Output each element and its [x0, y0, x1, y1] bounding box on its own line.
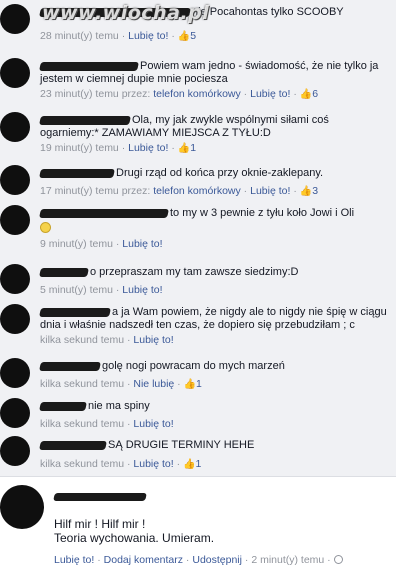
comment-time: 19 minut(y) temu	[40, 142, 119, 154]
comment-time: kilka sekund temu	[40, 418, 125, 430]
thumbs-up-icon: 👍	[183, 379, 197, 390]
comment-text: o przepraszam my tam zawsze siedzimy:D	[90, 266, 299, 278]
like-count[interactable]: 1	[196, 378, 202, 390]
redacted-name	[39, 61, 139, 71]
thumbs-up-icon: 👍	[177, 143, 191, 154]
status-post: Hilf mir ! Hilf mir ! Teoria wychowania.…	[0, 476, 396, 566]
avatar[interactable]	[0, 304, 30, 334]
avatar[interactable]	[0, 358, 30, 388]
like-count[interactable]: 1	[195, 458, 201, 470]
comment-text: nie Pocahontas tylko SCOOBY	[192, 6, 344, 18]
like-link[interactable]: Lubię to!	[54, 554, 94, 566]
like-count[interactable]: 6	[312, 88, 318, 100]
avatar[interactable]	[0, 58, 30, 88]
comment-time: 9 minut(y) temu	[40, 238, 113, 250]
comment-time: kilka sekund temu	[40, 378, 125, 390]
comment-time: kilka sekund temu	[40, 334, 125, 346]
like-link[interactable]: Lubię to!	[133, 334, 173, 346]
redacted-name	[39, 168, 115, 178]
comment-text: Drugi rząd od końca przy oknie-zaklepany…	[116, 167, 324, 179]
like-link[interactable]: Lubię to!	[250, 185, 290, 197]
like-link[interactable]: Lubię to!	[128, 30, 168, 42]
comment-time: 17 minut(y) temu przez:	[40, 185, 151, 197]
post-line: Teoria wychowania. Umieram.	[54, 531, 215, 545]
like-link[interactable]: Lubię to!	[122, 238, 162, 250]
redacted-name	[39, 361, 101, 371]
avatar[interactable]	[0, 4, 30, 34]
avatar[interactable]	[0, 112, 30, 142]
comment-thread: nie Pocahontas tylko SCOOBY 28 minut(y) …	[0, 0, 396, 476]
like-link[interactable]: Lubię to!	[133, 418, 173, 430]
comment-time: 28 minut(y) temu	[40, 30, 119, 42]
smiley-icon	[40, 222, 51, 233]
comment-time: 5 minut(y) temu	[40, 284, 113, 296]
add-comment-link[interactable]: Dodaj komentarz	[104, 554, 183, 566]
like-link[interactable]: Lubię to!	[250, 88, 290, 100]
avatar[interactable]	[0, 205, 30, 235]
thumbs-up-icon: 👍	[177, 31, 191, 42]
comment-text: golę nogi powracam do mych marzeń	[102, 360, 285, 372]
thumbs-up-icon: 👍	[299, 89, 313, 100]
avatar[interactable]	[0, 436, 30, 466]
thumbs-up-icon: 👍	[183, 459, 196, 470]
redacted-name	[39, 267, 89, 277]
redacted-name	[39, 307, 111, 317]
redacted-name	[39, 440, 107, 450]
via-link[interactable]: telefon komórkowy	[153, 185, 241, 197]
redacted-name	[39, 401, 87, 411]
avatar[interactable]	[0, 264, 30, 294]
comment-text: SĄ DRUGIE TERMINY HEHE	[108, 439, 255, 451]
via-link[interactable]: telefon komórkowy	[153, 88, 241, 100]
like-count[interactable]: 3	[312, 185, 318, 197]
comment-time: 23 minut(y) temu przez:	[40, 88, 151, 100]
redacted-name	[53, 492, 147, 501]
like-link[interactable]: Lubię to!	[122, 284, 162, 296]
redacted-name	[39, 208, 169, 218]
avatar[interactable]	[0, 398, 30, 428]
avatar[interactable]	[0, 485, 44, 529]
thumbs-up-icon: 👍	[299, 186, 313, 197]
comment-text: nie ma spiny	[88, 400, 150, 412]
unlike-link[interactable]: Nie lubię	[133, 378, 174, 390]
comment-text: to my w 3 pewnie z tyłu koło Jowi i Oli	[170, 207, 355, 219]
post-line: Hilf mir ! Hilf mir !	[54, 517, 146, 531]
post-time[interactable]: 2 minut(y) temu	[251, 554, 324, 566]
like-link[interactable]: Lubię to!	[128, 142, 168, 154]
share-link[interactable]: Udostępnij	[192, 554, 242, 566]
avatar[interactable]	[0, 165, 30, 195]
watermark: www.wiocha.pl	[42, 2, 210, 24]
like-count[interactable]: 5	[190, 30, 196, 42]
like-count[interactable]: 1	[190, 142, 196, 154]
like-link[interactable]: Lubię to!	[133, 458, 173, 470]
redacted-name	[39, 115, 131, 125]
comment-time: kilka sekund temu	[40, 458, 125, 470]
globe-icon[interactable]	[333, 555, 343, 564]
